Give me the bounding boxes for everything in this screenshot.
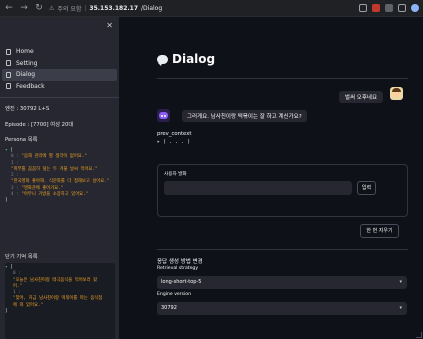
clear-button[interactable]: 한 번 지우기 bbox=[360, 224, 399, 238]
page-icon bbox=[6, 71, 11, 78]
close-icon[interactable]: ✕ bbox=[106, 21, 113, 30]
reload-icon[interactable]: ↻ bbox=[34, 3, 44, 13]
prev-context-value: ▸ ( . . . ) bbox=[157, 139, 190, 145]
user-avatar bbox=[390, 87, 403, 100]
robot-eye bbox=[161, 115, 163, 117]
engine-select[interactable]: 30792 ▾ bbox=[157, 302, 407, 315]
profile-icon[interactable] bbox=[411, 4, 419, 12]
sidebar-item-label: Dialog bbox=[16, 71, 36, 79]
page-icon bbox=[6, 83, 11, 90]
url-host: 35.153.182.17 bbox=[89, 4, 139, 12]
engine-identity: 엔진 : 30792 L+S bbox=[5, 106, 50, 112]
back-arrow-icon[interactable]: ← bbox=[4, 3, 14, 13]
list-item: "오늘은 남사친이랑 테극음식을 먹어보러 왔어." bbox=[13, 277, 98, 289]
sidebar-item-feedback[interactable]: Feedback bbox=[2, 81, 117, 93]
retrieval-value: long-short-top-5 bbox=[161, 279, 202, 285]
main-content: Dialog 벌써 오후네요 그러게요. 남사친이랑 떡볶이는 잘 하고 계신가… bbox=[119, 17, 423, 339]
persona-json: ▾ [ 0 : "음해 관리에 별 생각이 없어요." 1 : "피부를 꼼꼼히… bbox=[5, 148, 115, 205]
sidebar-item-dialog[interactable]: Dialog bbox=[2, 69, 117, 81]
collapse-caret-icon[interactable]: ▾ bbox=[5, 148, 8, 153]
bot-message: 그러게요. 남사친이랑 떡볶이는 잘 하고 계신가요? bbox=[182, 110, 307, 122]
page-icon bbox=[6, 48, 11, 55]
retrieval-select[interactable]: long-short-top-5 ▾ bbox=[157, 276, 407, 289]
sidebar-divider bbox=[0, 97, 119, 98]
sidebar-item-label: Feedback bbox=[16, 82, 45, 90]
memory-json: ▾ [ 0 : "오늘은 남사친이랑 테극음식을 먹어보러 왔어." 1 : "… bbox=[5, 263, 115, 339]
sidebar-item-setting[interactable]: Setting bbox=[2, 58, 117, 70]
bot-avatar bbox=[157, 109, 170, 122]
sidebar-item-label: Home bbox=[16, 48, 34, 56]
sidebar-nav: Home Setting Dialog Feedback bbox=[2, 46, 117, 92]
resize-handle-icon bbox=[416, 332, 422, 338]
share-icon[interactable] bbox=[359, 4, 367, 12]
retrieval-label: Retrieval strategy bbox=[157, 266, 199, 271]
list-item: "피부를 꼼꼼히 덮는 두 겨울 날씨 먹어요." bbox=[11, 166, 98, 172]
prev-context-label: prev_context bbox=[157, 131, 192, 137]
url-separator: | bbox=[84, 4, 87, 12]
robot-eye bbox=[164, 115, 166, 117]
engine-label: Engine version bbox=[157, 292, 192, 297]
episode-info: Episode : [7700] 여성 20대 bbox=[5, 122, 74, 128]
browser-extensions bbox=[359, 4, 419, 12]
page-title-text: Dialog bbox=[172, 52, 216, 66]
puzzle-icon[interactable] bbox=[385, 4, 393, 12]
user-utterance-input[interactable] bbox=[164, 181, 352, 195]
collapse-caret-icon[interactable]: ▸ bbox=[157, 139, 160, 145]
memory-title: 단기 기억 목록 bbox=[5, 254, 38, 260]
forward-arrow-icon[interactable]: → bbox=[19, 3, 29, 13]
sidebar-item-home[interactable]: Home bbox=[2, 46, 117, 58]
url-path: /Dialog bbox=[141, 4, 163, 12]
section-divider bbox=[157, 249, 408, 250]
input-label: 사용자 발화 bbox=[164, 172, 187, 177]
persona-title: Persona 목록 bbox=[5, 137, 38, 143]
extension-icon[interactable] bbox=[372, 4, 380, 12]
collapse-caret-icon[interactable]: ▾ bbox=[5, 265, 8, 270]
sidebar: ✕ Home Setting Dialog Feedback 엔진 : 3079… bbox=[0, 17, 119, 339]
speech-bubble-icon bbox=[157, 54, 168, 66]
hair-icon bbox=[392, 88, 401, 92]
address-bar[interactable]: ⚠ 주의 요함 | 35.153.182.17/Dialog bbox=[49, 3, 162, 14]
prev-context-text: ( . . . ) bbox=[163, 139, 191, 145]
page-title: Dialog bbox=[157, 52, 215, 66]
browser-toolbar: ← → ↻ ⚠ 주의 요함 | 35.153.182.17/Dialog bbox=[0, 0, 423, 17]
title-divider bbox=[157, 78, 408, 79]
input-form: 사용자 발화 입력 bbox=[157, 164, 408, 217]
chevron-down-icon: ▾ bbox=[399, 279, 402, 285]
sidepanel-icon[interactable] bbox=[398, 4, 406, 12]
submit-button[interactable]: 입력 bbox=[357, 181, 376, 195]
insecure-label: 주의 요함 bbox=[57, 5, 82, 13]
page-icon bbox=[6, 60, 11, 67]
user-message: 벌써 오후네요 bbox=[338, 91, 383, 103]
engine-value: 30792 bbox=[161, 305, 177, 311]
warning-icon: ⚠ bbox=[49, 4, 55, 12]
list-item: "맞아, 지금 남사친이랑 떡볶이를 파는 음식점 에 와 있어요." bbox=[13, 296, 103, 308]
chevron-down-icon: ▾ bbox=[399, 305, 402, 311]
settings-title: 응답 생성 방법 변경 bbox=[157, 259, 203, 265]
sidebar-item-label: Setting bbox=[16, 59, 38, 67]
